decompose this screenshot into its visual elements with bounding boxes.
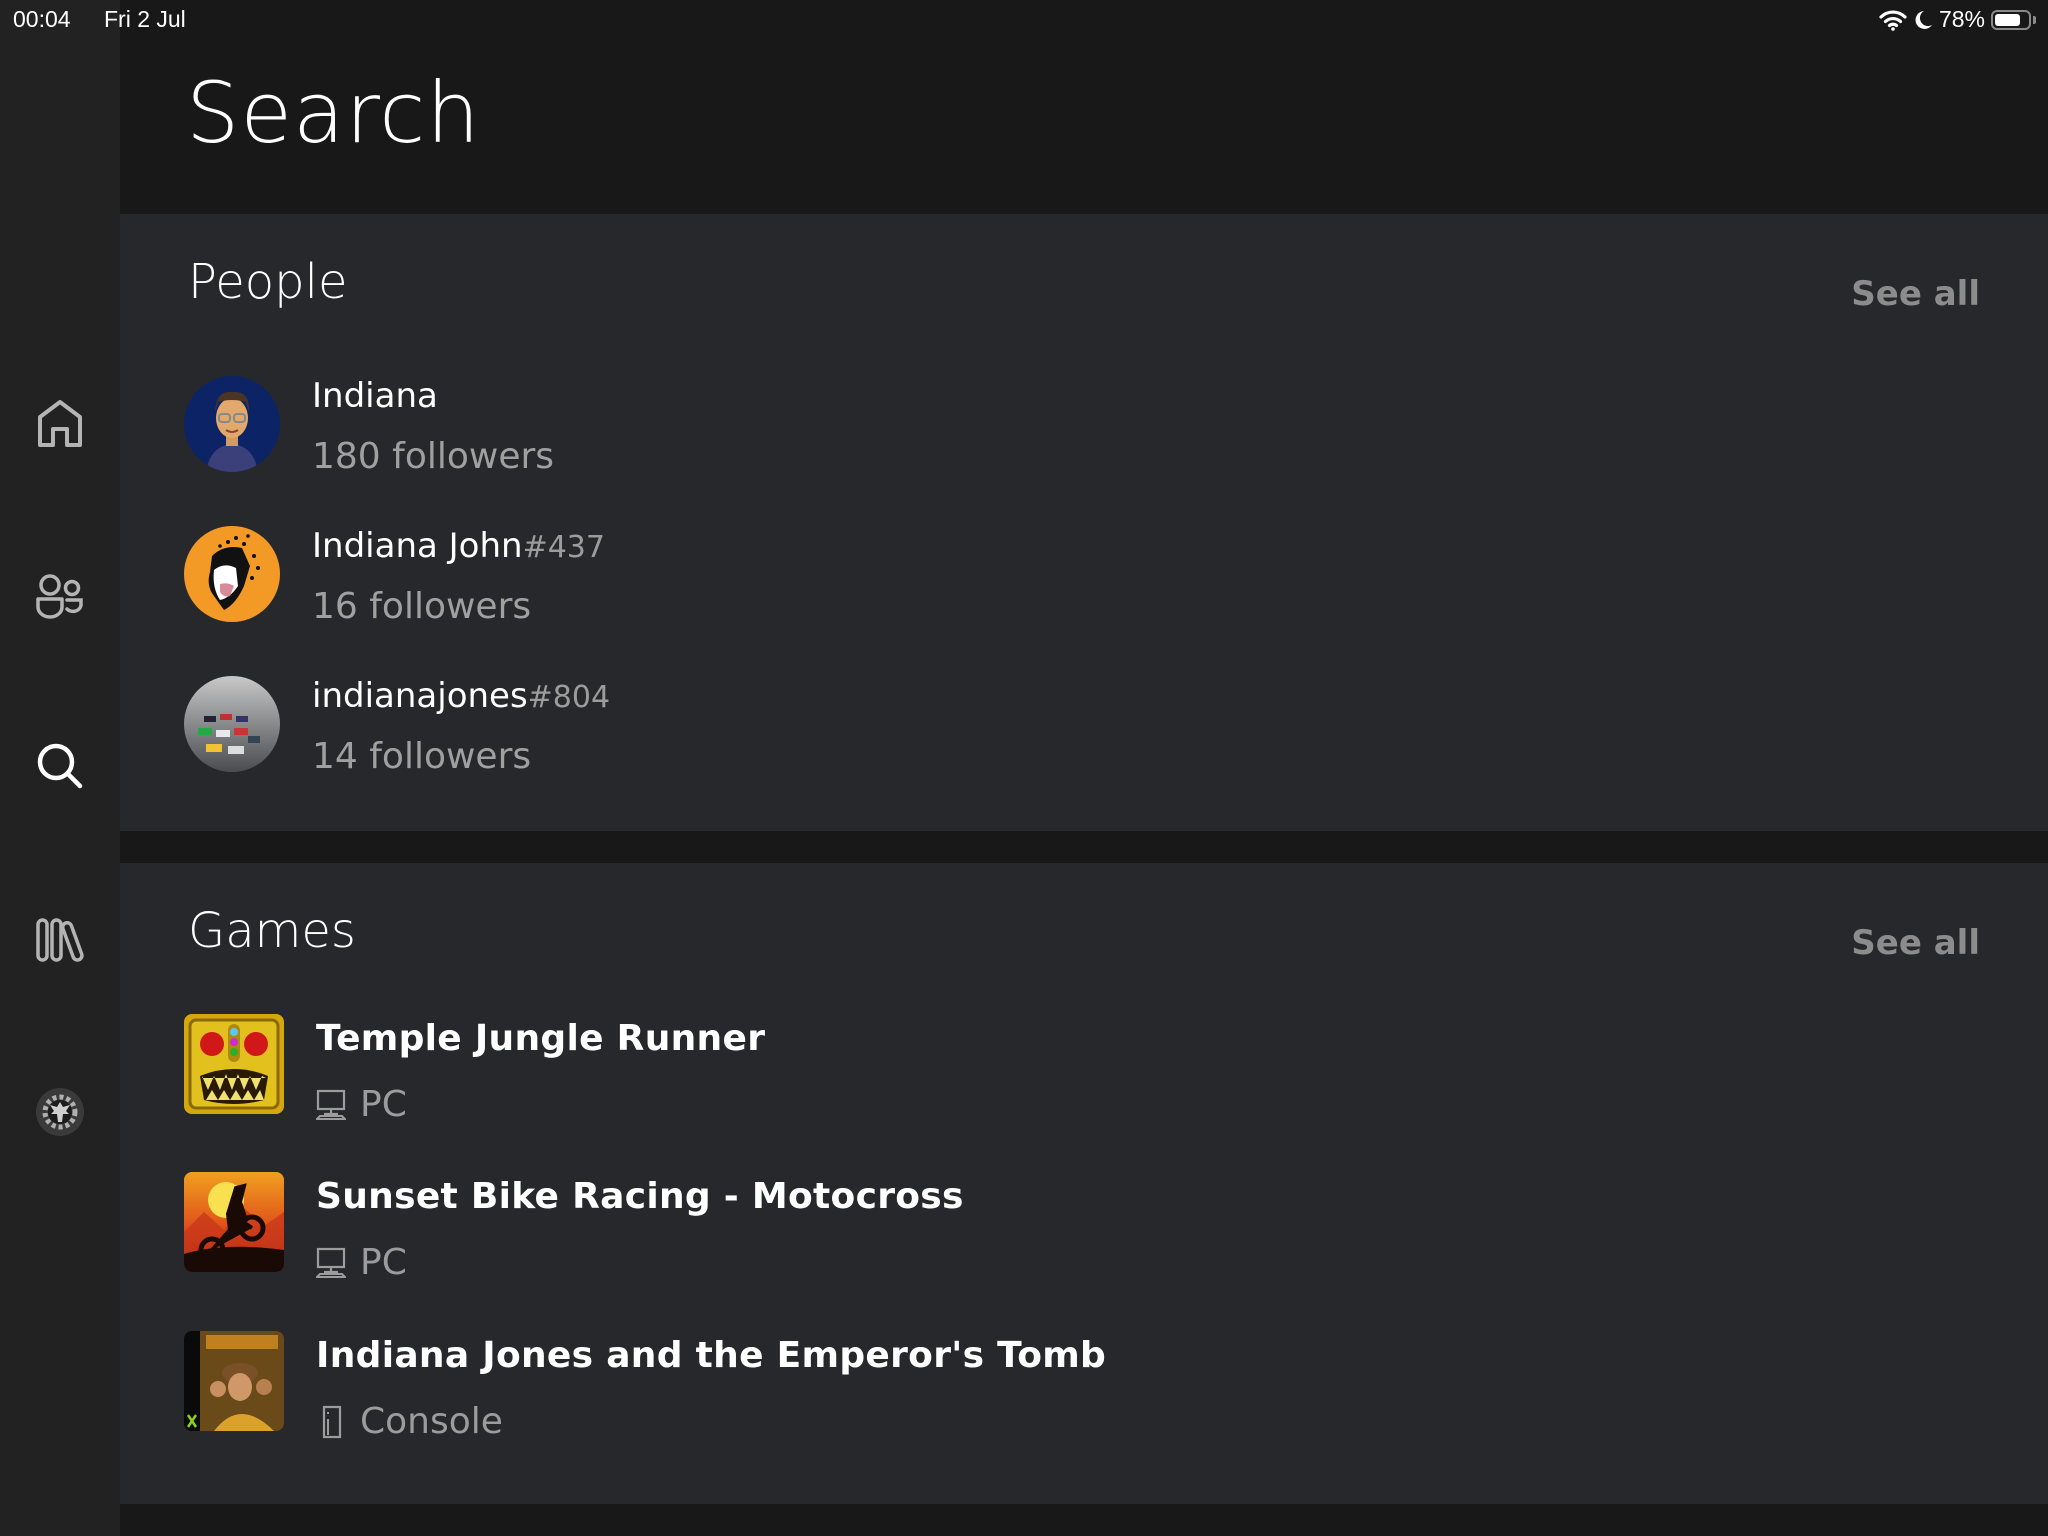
- status-bar: 00:04 Fri 2 Jul 78%: [0, 0, 2048, 40]
- game-platform: Console: [316, 1401, 503, 1442]
- person-list-item[interactable]: Indiana John#437 16 followers: [184, 526, 1184, 636]
- people-section: People See all Indiana 180 followers Ind…: [120, 214, 2048, 831]
- game-cover-art: [184, 1331, 284, 1431]
- sidebar-item-profile[interactable]: [0, 1072, 120, 1152]
- person-avatar: [184, 526, 280, 622]
- library-icon: [36, 918, 84, 962]
- person-tag: #804: [527, 680, 611, 715]
- people-see-all-button[interactable]: See all: [1851, 274, 1980, 314]
- person-followers: 14 followers: [312, 736, 532, 777]
- person-name: Indiana John#437: [312, 526, 605, 566]
- game-cover-art: [184, 1014, 284, 1114]
- status-date: Fri 2 Jul: [104, 6, 186, 32]
- game-title: Temple Jungle Runner: [316, 1018, 766, 1059]
- game-platform: PC: [316, 1242, 407, 1283]
- battery-percent: 78%: [1938, 6, 1985, 32]
- pc-monitor-icon: [316, 1247, 346, 1278]
- battery-tip: [2033, 15, 2036, 24]
- person-gamertag: Indiana John: [312, 526, 523, 566]
- battery-icon: [1991, 9, 2031, 30]
- sunset-bike-art-image: [184, 1172, 284, 1272]
- game-list-item[interactable]: Temple Jungle Runner PC: [184, 1014, 1584, 1154]
- indiana-jones-emperors-tomb-art-image: [184, 1331, 284, 1431]
- person-avatar: [184, 676, 280, 772]
- sidebar-item-home[interactable]: [0, 384, 120, 464]
- person-avatar: [184, 376, 280, 472]
- battery-level: [1995, 13, 2020, 26]
- wifi-icon: [1879, 9, 1907, 31]
- person-list-item[interactable]: Indiana 180 followers: [184, 376, 1184, 486]
- game-platform-label: PC: [360, 1242, 407, 1283]
- console-icon: [322, 1405, 342, 1438]
- home-icon: [38, 400, 82, 447]
- games-section-title: Games: [188, 903, 356, 959]
- person-tag: #437: [522, 530, 605, 565]
- game-platform-label: Console: [360, 1401, 503, 1442]
- game-title: Sunset Bike Racing - Motocross: [316, 1176, 964, 1217]
- game-list-item[interactable]: Sunset Bike Racing - Motocross PC: [184, 1172, 1584, 1312]
- game-cover-art: [184, 1172, 284, 1272]
- do-not-disturb-moon-icon: [1915, 10, 1932, 29]
- pc-monitor-icon: [316, 1089, 346, 1120]
- person-gamertag: indianajones: [312, 676, 528, 716]
- profile-avatar-icon: [36, 1088, 84, 1136]
- games-see-all-button[interactable]: See all: [1851, 923, 1980, 963]
- search-icon: [37, 743, 83, 789]
- people-icon: [36, 574, 83, 619]
- games-section: Games See all Temple Jungle Runner PC Su…: [120, 863, 2048, 1504]
- person-followers: 180 followers: [312, 436, 555, 477]
- sidebar-item-library[interactable]: [0, 900, 120, 980]
- page-title: Search: [186, 64, 481, 162]
- sidebar-item-social[interactable]: [0, 557, 120, 637]
- temple-runner-art-image: [184, 1014, 284, 1114]
- avatar-racing-cars-image: [184, 676, 280, 772]
- avatar-cheetah-image: [184, 526, 280, 622]
- game-platform-label: PC: [360, 1084, 407, 1125]
- person-list-item[interactable]: indianajones#804 14 followers: [184, 676, 1184, 786]
- person-name: indianajones#804: [312, 676, 610, 716]
- person-name: Indiana: [312, 376, 438, 416]
- sidebar-item-search[interactable]: [0, 726, 120, 806]
- status-time: 00:04: [13, 6, 71, 32]
- game-platform: PC: [316, 1084, 407, 1125]
- game-title: Indiana Jones and the Emperor's Tomb: [316, 1335, 1107, 1376]
- avatar-cartoon-man-image: [184, 376, 280, 472]
- person-gamertag: Indiana: [312, 376, 438, 416]
- sidebar-nav: [0, 0, 120, 1536]
- people-section-title: People: [188, 254, 348, 310]
- status-indicators: 78%: [1879, 6, 2036, 33]
- person-followers: 16 followers: [312, 586, 532, 627]
- game-list-item[interactable]: Indiana Jones and the Emperor's Tomb Con…: [184, 1331, 1584, 1471]
